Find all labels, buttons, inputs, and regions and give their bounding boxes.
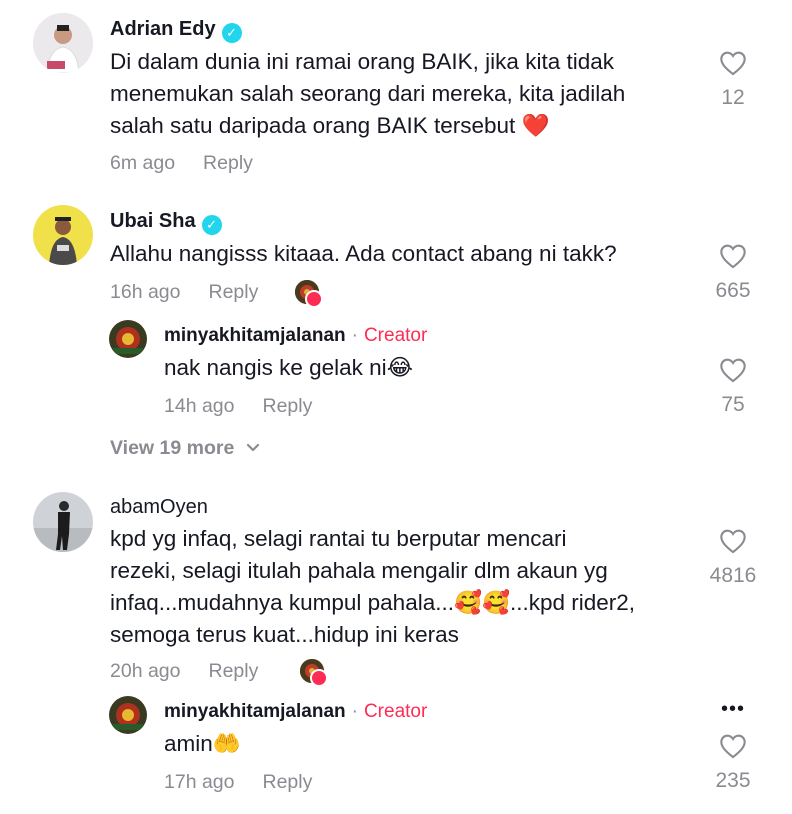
comment-meta: 20h ago Reply: [110, 660, 258, 683]
reply-meta: 14h ago Reply: [164, 395, 312, 418]
avatar-image: [33, 492, 93, 552]
comment-meta: 6m ago Reply: [110, 152, 253, 175]
comment-time: 16h ago: [110, 281, 181, 303]
comment-line: infaq...mudahnya kumpul pahala...🥰🥰...kp…: [110, 590, 636, 615]
comment-line: menemukan salah seorang dari mereka, kit…: [110, 81, 626, 106]
like-button[interactable]: [693, 733, 773, 764]
comment-line: semoga terus kuat...hidup ini keras: [110, 622, 459, 647]
comment-time: 6m ago: [110, 152, 176, 174]
avatar[interactable]: [33, 205, 93, 265]
creator-badge: Creator: [363, 325, 428, 346]
heart-icon: [720, 529, 746, 554]
comment-username[interactable]: Adrian Edy ✓: [110, 18, 242, 43]
comment-username[interactable]: abamOyen: [110, 496, 208, 519]
comment-text: kpd yg infaq, selagi rantai tu berputar …: [110, 523, 700, 651]
like-count: 4816: [709, 564, 757, 587]
reply-time: 17h ago: [164, 771, 235, 793]
comment-text: Di dalam dunia ini ramai orang BAIK, jik…: [110, 46, 700, 142]
verified-badge-icon: ✓: [201, 215, 222, 235]
like-count: 12: [721, 86, 745, 109]
creator-liked-badge: [295, 280, 323, 308]
comment-line: kpd yg infaq, selagi rantai tu berputar …: [110, 526, 567, 551]
more-options-icon: •••: [720, 698, 745, 720]
reply-text: amin🤲: [164, 731, 241, 756]
reply-username[interactable]: minyakhitamjalanan · Creator: [164, 325, 427, 347]
avatar[interactable]: [109, 696, 147, 734]
heart-icon: [720, 244, 746, 269]
like-count: 235: [715, 769, 751, 792]
heart-icon: [720, 358, 746, 383]
comment-username[interactable]: Ubai Sha ✓: [110, 210, 222, 235]
avatar-image: [33, 205, 93, 265]
creator-liked-badge: [300, 659, 328, 687]
heart-icon: [310, 669, 328, 687]
comment-line: Allahu nangisss kitaaa. Ada contact aban…: [110, 241, 617, 266]
heart-icon: [720, 51, 746, 76]
reply-button[interactable]: Reply: [209, 281, 259, 303]
comment-line: salah satu daripada orang BAIK tersebut …: [110, 113, 550, 138]
avatar[interactable]: [33, 13, 93, 73]
view-more-replies-button[interactable]: View 19 more: [110, 437, 260, 460]
like-button[interactable]: [693, 528, 773, 559]
reply-meta: 17h ago Reply: [164, 771, 312, 794]
comment-time: 20h ago: [110, 660, 181, 682]
reply-username[interactable]: minyakhitamjalanan · Creator: [164, 701, 427, 723]
reply-button[interactable]: Reply: [209, 660, 259, 682]
reply-time: 14h ago: [164, 395, 235, 417]
reply-button[interactable]: Reply: [263, 395, 313, 417]
avatar-image: [109, 696, 147, 734]
avatar[interactable]: [109, 320, 147, 358]
avatar[interactable]: [33, 492, 93, 552]
heart-icon: [720, 734, 746, 759]
creator-badge: Creator: [363, 701, 428, 722]
reply-button[interactable]: Reply: [203, 152, 253, 174]
heart-icon: [305, 290, 323, 308]
reply-text: nak nangis ke gelak ni😂: [164, 355, 413, 380]
like-button[interactable]: [693, 357, 773, 388]
more-options-button[interactable]: •••: [693, 698, 773, 721]
verified-badge-icon: ✓: [221, 23, 242, 43]
comment-meta: 16h ago Reply: [110, 281, 258, 304]
chevron-down-icon: [246, 443, 259, 452]
avatar-image: [33, 13, 93, 73]
comment-line: Di dalam dunia ini ramai orang BAIK, jik…: [110, 49, 614, 74]
like-count: 665: [715, 279, 751, 302]
comment-text: Allahu nangisss kitaaa. Ada contact aban…: [110, 238, 700, 270]
like-button[interactable]: [693, 50, 773, 81]
like-count: 75: [721, 393, 745, 416]
reply-button[interactable]: Reply: [263, 771, 313, 793]
comment-line: rezeki, selagi itulah pahala mengalir dl…: [110, 558, 608, 583]
avatar-image: [109, 320, 147, 358]
like-button[interactable]: [693, 243, 773, 274]
